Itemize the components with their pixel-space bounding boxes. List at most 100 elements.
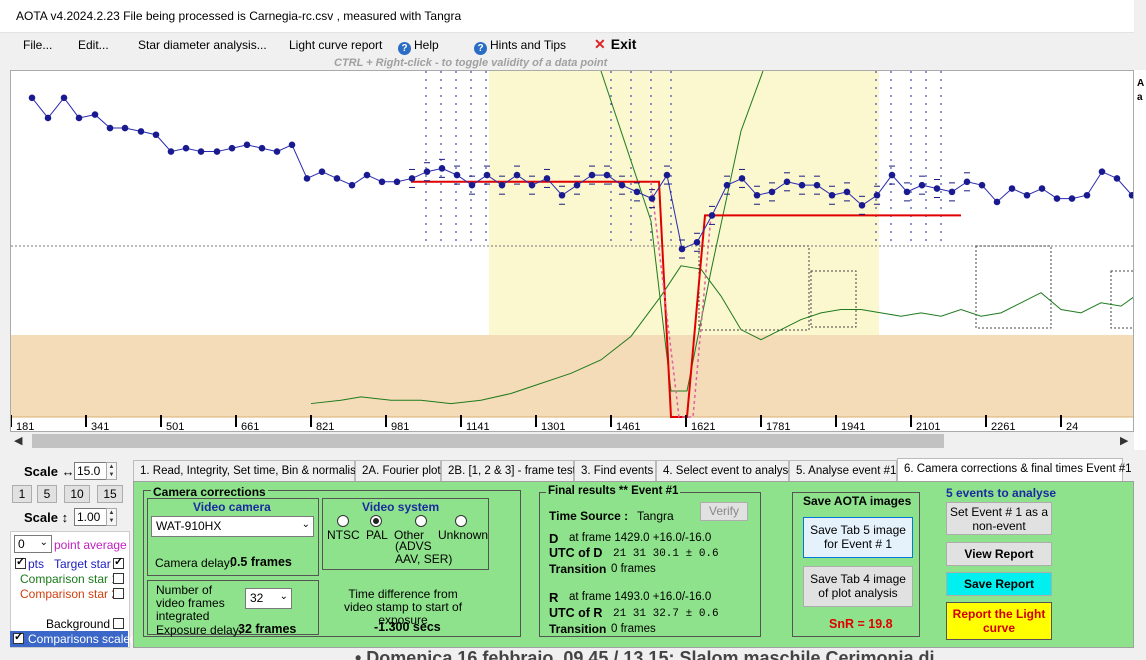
point-average-select[interactable]: 0 ⌄ [14,535,52,553]
tab-strip: 1. Read, Integrity, Set time, Bin & norm… [133,458,1134,482]
comp2-checkbox[interactable] [113,588,124,599]
chevron-down-icon: ⌄ [301,519,310,530]
x-tick-label: 2261 [991,421,1015,432]
data-point [708,212,716,219]
data-point [75,114,83,122]
r-frame: at frame 1493.0 +16.0/-16.0 [569,591,712,603]
unknown-label: Unknown [438,528,489,542]
scale-button-1[interactable]: 1 [12,485,32,503]
tab-analyse-event[interactable]: 5. Analyse event #1 [789,460,897,482]
tab-find-events[interactable]: 3. Find events [574,460,656,482]
data-point [873,191,881,199]
data-point [723,181,731,189]
background-checkbox[interactable] [113,618,124,629]
frames-integrated-value: 32 [250,591,264,605]
camera-model-value: WAT-910HX [156,519,222,533]
utc-d-label: UTC of D [549,546,603,560]
scale-button-10[interactable]: 10 [64,485,90,503]
pts-checkbox[interactable] [15,555,26,569]
data-point [333,175,341,182]
comps-scaled-row[interactable]: Comparisons scaled [10,630,137,647]
final-results-title: Final results ** Event #1 [546,485,681,497]
camera-model-select[interactable]: WAT-910HX ⌄ [151,516,314,537]
data-point [858,202,866,209]
data-point [603,171,611,179]
data-point [423,168,431,176]
help-icon: ? [398,42,411,55]
utc-r-label: UTC of R [549,606,603,620]
radio-ntsc[interactable] [337,515,349,527]
data-point [106,124,114,132]
menu-exit[interactable]: ✕ Exit [594,36,636,53]
save-tab5-button[interactable]: Save Tab 5 image for Event # 1 [803,517,913,558]
tab-camera-corrections[interactable]: 6. Camera corrections & final times Even… [897,458,1132,482]
light-curve-svg[interactable]: 181 341 501 661 821 981 1141 1301 1461 1621 1781 19… [11,71,1134,432]
tab-read[interactable]: 1. Read, Integrity, Set time, Bin & norm… [133,460,362,482]
frames-integrated-select[interactable]: 32 ⌄ [245,588,292,609]
snr-value: SnR = 19.8 [829,617,893,631]
scroll-right-icon[interactable]: ▶ [1120,434,1128,447]
report-light-curve-button[interactable]: Report the Light curve [946,602,1052,640]
tab-fourier[interactable]: 2A. Fourier plot [355,460,441,482]
data-point [618,181,626,189]
data-point [783,178,791,186]
data-point [1068,195,1076,202]
other-detail: (ADVS AAV, SER) [395,539,453,566]
scale-h-input[interactable]: 15.0 [74,462,108,480]
r-transition-value: 0 frames [611,623,656,635]
verify-button[interactable]: Verify [700,502,748,521]
data-point [303,175,311,182]
scroll-thumb[interactable] [32,434,944,448]
data-point [558,191,566,199]
menu-hints[interactable]: ? Hints and Tips [474,38,566,55]
data-point [888,171,896,179]
chevron-down-icon: ⌄ [279,591,288,602]
save-report-button[interactable]: Save Report [946,572,1052,596]
x-tick-label: 821 [316,421,334,432]
data-point [663,171,671,179]
menu-light-curve-report[interactable]: Light curve report [289,38,382,52]
plot-scrollbar[interactable]: ◀ ▶ [10,432,1134,450]
comps-scaled-checkbox[interactable] [13,630,24,644]
save-images-group [792,492,920,637]
exposure-delay-value: 32 frames [238,622,297,636]
radio-pal[interactable] [370,515,382,527]
data-point [768,188,776,196]
scale-h-spinner[interactable]: ▲ ▼ [106,462,117,480]
set-non-event-button[interactable]: Set Event # 1 as a non-event [946,502,1052,535]
d-frame: at frame 1429.0 +16.0/-16.0 [569,532,712,544]
d-label: D [549,531,559,546]
view-report-button[interactable]: View Report [946,542,1052,566]
comp2-label: Comparison star 2 [20,587,119,601]
d-transition-label: Transition [549,562,607,576]
save-tab4-button[interactable]: Save Tab 4 image of plot analysis [803,566,913,607]
menu-edit[interactable]: Edit... [78,38,109,52]
data-point [498,181,506,189]
comp1-checkbox[interactable] [113,573,124,584]
radio-other[interactable] [415,515,427,527]
data-point [152,131,160,139]
tab-frame-test[interactable]: 2B. [1, 2 & 3] - frame test [441,460,576,482]
data-point [798,181,806,189]
scale-button-5[interactable]: 5 [37,485,57,503]
data-point [513,171,521,179]
light-curve-plot[interactable]: 181 341 501 661 821 981 1141 1301 1461 1621 1781 19… [10,70,1134,432]
scroll-left-icon[interactable]: ◀ [14,434,22,447]
data-point [1098,168,1106,176]
menu-file[interactable]: File... [23,38,52,52]
data-point [60,94,68,102]
point-average-label: point average [54,538,127,552]
scale-button-15[interactable]: 15 [97,485,123,503]
data-point [288,141,296,149]
video-system-title: Video system [362,500,440,514]
save-images-title: Save AOTA images [801,494,914,508]
scale-v-spinner[interactable]: ▲ ▼ [106,508,117,526]
menu-star-diameter[interactable]: Star diameter analysis... [138,38,267,52]
tab-select-event[interactable]: 4. Select event to analyse [656,460,795,482]
right-strip-text-a: A [1137,78,1145,89]
events-count-label: 5 events to analyse [946,486,1057,500]
target-star-checkbox[interactable] [113,555,124,569]
radio-unknown[interactable] [455,515,467,527]
menu-help[interactable]: ? Help [398,38,439,55]
scale-v-input[interactable]: 1.00 [74,508,108,526]
